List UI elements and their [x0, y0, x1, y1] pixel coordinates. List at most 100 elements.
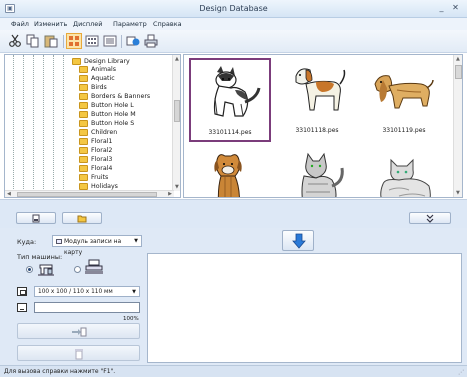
folder-icon — [79, 83, 88, 91]
resize-grip-icon[interactable]: ⋰ — [458, 369, 464, 376]
paste-icon[interactable] — [44, 34, 58, 48]
destination-label: Куда: — [17, 238, 37, 246]
transfer-icon[interactable] — [126, 34, 140, 48]
menu-parameter[interactable]: Параметр — [113, 20, 147, 28]
card-contents-area[interactable] — [147, 253, 462, 363]
design-thumbnails[interactable]: 33101114.pes 33101118.pes 33101119.pes ▲… — [183, 54, 463, 198]
expand-button[interactable] — [409, 212, 451, 224]
scroll-thumb[interactable] — [455, 65, 462, 79]
scroll-thumb[interactable] — [17, 192, 157, 197]
arrow-down-icon — [292, 233, 306, 249]
write-to-card-button[interactable] — [17, 323, 140, 339]
thumbnail-filename: 33101119.pes — [382, 127, 426, 134]
hoop-size-icon — [17, 287, 27, 296]
tree-guides — [5, 55, 75, 191]
folder-icon — [79, 119, 88, 127]
status-text: Для вызова справки нажмите "F1". — [4, 368, 116, 375]
menu-file[interactable]: Файл — [11, 20, 29, 28]
menu-help[interactable]: Справка — [153, 20, 182, 28]
scroll-up-icon[interactable]: ▲ — [175, 56, 179, 62]
thumbnail-grey-cat[interactable] — [276, 146, 358, 197]
machine-type-radio-2[interactable] — [74, 266, 81, 273]
open-folder-button[interactable] — [62, 212, 102, 224]
folder-icon — [79, 74, 88, 82]
thumbnail-persian-cat[interactable] — [363, 146, 445, 197]
window-title: Design Database — [199, 4, 268, 13]
tree-item-birds[interactable]: Birds — [79, 83, 107, 91]
cut-icon[interactable] — [8, 34, 22, 48]
tree-root[interactable]: Design Library — [72, 57, 130, 65]
menu-edit[interactable]: Изменить — [34, 20, 67, 28]
tree-item-floral4[interactable]: Floral4 — [79, 164, 112, 172]
thumbnail-beagle[interactable]: 33101118.pes — [276, 58, 358, 142]
small-thumbnails-icon[interactable] — [85, 34, 99, 48]
thumbnail-vertical-scrollbar[interactable]: ▲ ▼ — [453, 55, 462, 197]
folder-icon — [79, 146, 88, 154]
folder-icon — [79, 182, 88, 190]
thumbnail-filename: 33101118.pes — [295, 127, 339, 134]
card-writer-icon — [56, 239, 62, 244]
embroidery-machine-icon — [85, 259, 103, 274]
machine-type-label: Тип машины: — [17, 253, 63, 261]
card-view-button[interactable] — [16, 212, 56, 224]
tree-item-aquatic[interactable]: Aquatic — [79, 74, 115, 82]
destination-value: Модуль записи на карту — [64, 238, 122, 256]
scroll-left-icon[interactable]: ◀ — [7, 191, 11, 197]
print-icon[interactable] — [144, 34, 158, 48]
thumbnail-filename: 33101114.pes — [208, 129, 252, 136]
chevron-down-icon: ▼ — [134, 238, 138, 244]
thumbnail-spaniel[interactable]: 33101119.pes — [363, 58, 445, 142]
toolbar-separator — [63, 35, 64, 48]
close-button[interactable]: ✕ — [451, 3, 460, 13]
folder-tree[interactable]: Design Library Animals Aquatic Birds Bor… — [4, 54, 181, 198]
large-thumbnails-icon[interactable] — [66, 33, 82, 49]
folder-icon — [79, 137, 88, 145]
transfer-button[interactable] — [282, 230, 314, 251]
toolbar-separator — [121, 35, 122, 48]
thumbnail-terrier[interactable] — [189, 146, 271, 197]
card-icon — [32, 214, 40, 223]
tree-item-children[interactable]: Children — [79, 128, 117, 136]
scroll-thumb[interactable] — [174, 100, 180, 122]
sewing-machine-icon — [38, 264, 54, 276]
tree-item-floral2[interactable]: Floral2 — [79, 146, 112, 154]
hoop-size-dropdown[interactable]: 100 x 100 / 110 x 110 мм ▼ — [34, 286, 140, 297]
scroll-up-icon[interactable]: ▲ — [456, 56, 460, 62]
thumbnail-husky[interactable]: 33101114.pes — [189, 58, 271, 142]
spaniel-design — [374, 75, 434, 109]
beagle-design — [295, 68, 346, 111]
navigation-strip — [0, 199, 467, 228]
tree-item-floral3[interactable]: Floral3 — [79, 155, 112, 163]
memory-progress-bar — [34, 302, 140, 313]
scroll-down-icon[interactable]: ▼ — [175, 184, 179, 190]
details-view-icon[interactable] — [103, 34, 117, 48]
minimize-button[interactable]: _ — [437, 3, 446, 13]
tree-item-holidays[interactable]: Holidays — [79, 182, 118, 190]
tree-horizontal-scrollbar[interactable]: ◀ ▶ — [5, 190, 174, 197]
scroll-right-icon[interactable]: ▶ — [168, 191, 172, 197]
chevron-double-down-icon — [426, 214, 434, 223]
grey-cat-design — [301, 152, 344, 197]
menu-display[interactable]: Дисплей — [73, 20, 103, 28]
tree-item-animals[interactable]: Animals — [79, 65, 116, 73]
destination-dropdown[interactable]: Модуль записи на карту ▼ — [52, 235, 142, 256]
toolbar — [0, 30, 467, 53]
persian-cat-design — [380, 158, 431, 197]
machine-type-radio-1[interactable] — [26, 266, 33, 273]
title-bar: ▣ Design Database _ ✕ — [0, 0, 467, 18]
tree-item-buttonhole-l[interactable]: Button Hole L — [79, 101, 134, 109]
chevron-down-icon: ▼ — [132, 289, 136, 295]
tree-item-borders[interactable]: Borders & Banners — [79, 92, 150, 100]
terrier-design — [214, 154, 242, 197]
delete-from-card-button[interactable] — [17, 345, 140, 361]
scroll-down-icon[interactable]: ▼ — [456, 190, 460, 196]
tree-item-buttonhole-m[interactable]: Button Hole M — [79, 110, 136, 118]
tree-vertical-scrollbar[interactable]: ▲ ▼ — [172, 55, 180, 191]
menu-bar: Файл Изменить Дисплей Параметр Справка — [0, 18, 467, 30]
copy-icon[interactable] — [26, 34, 40, 48]
tree-item-fruits[interactable]: Fruits — [79, 173, 108, 181]
folder-icon — [79, 92, 88, 100]
tree-item-floral1[interactable]: Floral1 — [79, 137, 112, 145]
tree-item-buttonhole-s[interactable]: Button Hole S — [79, 119, 134, 127]
transfer-panel: Куда: Модуль записи на карту ▼ Тип машин… — [0, 228, 467, 365]
